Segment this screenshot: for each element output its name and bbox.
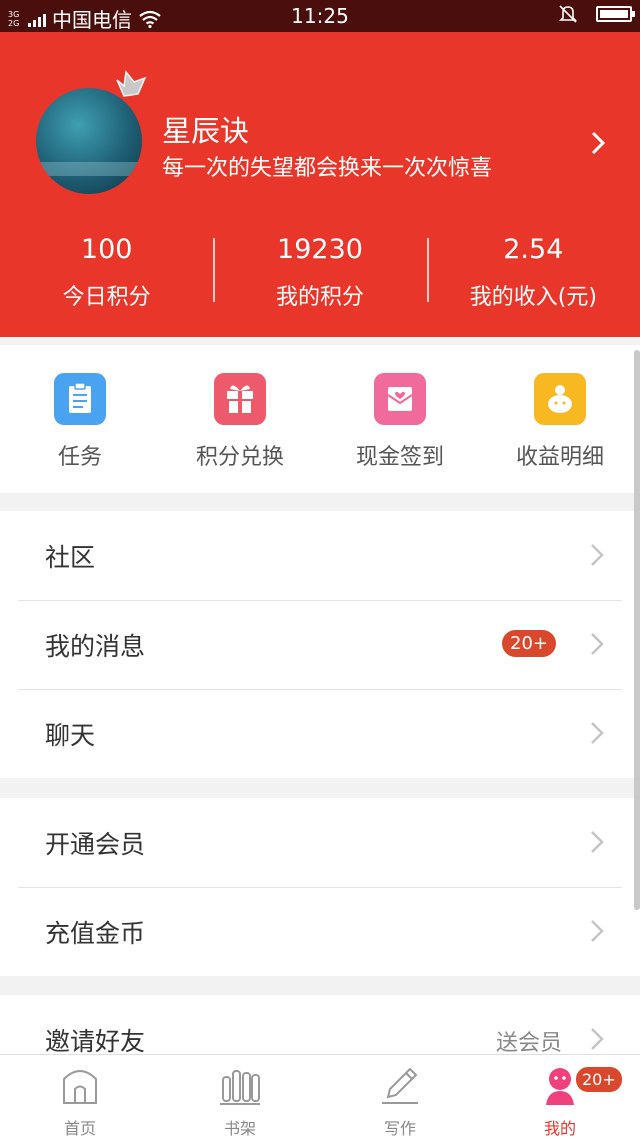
- chevron-right-icon: [591, 831, 604, 853]
- stat-value: 19230: [277, 234, 363, 265]
- tab-home[interactable]: 首页: [0, 1055, 160, 1138]
- stat-my-points[interactable]: 19230 我的积分: [213, 232, 426, 312]
- home-icon: [63, 1070, 97, 1104]
- menu-item-label: 开通会员: [45, 829, 146, 859]
- menu-item-label: 社区: [45, 542, 96, 572]
- chevron-right-icon[interactable]: [588, 130, 608, 156]
- quick-action-task[interactable]: 任务: [0, 345, 160, 493]
- menu-item-chat[interactable]: 聊天: [0, 689, 640, 778]
- menu-item-label: 邀请好友: [45, 1026, 146, 1056]
- menu-item-my-messages[interactable]: 我的消息 20+: [0, 600, 640, 689]
- tab-label: 首页: [63, 1119, 96, 1138]
- menu-item-community[interactable]: 社区: [0, 511, 640, 600]
- avatar-container[interactable]: [36, 70, 147, 194]
- username: 星辰诀: [162, 114, 250, 148]
- quick-action-label: 收益明细: [515, 445, 604, 470]
- task-clipboard-icon: [54, 373, 106, 425]
- piggy-bank-icon: [534, 373, 586, 425]
- stat-value: 2.54: [503, 234, 564, 265]
- tab-mine[interactable]: 20+ 我的: [480, 1055, 640, 1138]
- crown-icon: [116, 70, 147, 97]
- stat-my-income[interactable]: 2.54 我的收入(元): [426, 232, 640, 312]
- menu-group-social: 社区 我的消息 20+ 聊天: [0, 511, 640, 778]
- tab-write[interactable]: 写作: [320, 1055, 480, 1138]
- menu-item-recharge-coins[interactable]: 充值金币: [0, 887, 640, 976]
- tab-label: 书架: [223, 1119, 256, 1138]
- menu-item-label: 充值金币: [45, 918, 146, 948]
- menu-group-membership: 开通会员 充值金币: [0, 798, 640, 976]
- clock: 11:25: [291, 4, 349, 28]
- mute-bell-icon: [559, 5, 577, 23]
- bookshelf-icon: [220, 1070, 260, 1105]
- checkin-envelope-icon: [374, 373, 426, 425]
- invite-reward-text: 送会员: [495, 1031, 562, 1056]
- menu-item-open-membership[interactable]: 开通会员: [0, 798, 640, 887]
- pencil-icon: [382, 1067, 418, 1104]
- menu-item-label: 我的消息: [45, 631, 146, 661]
- quick-action-cash-checkin[interactable]: 现金签到: [320, 345, 480, 493]
- tab-badge: 20+: [574, 1065, 624, 1094]
- stat-label: 今日积分: [62, 285, 151, 310]
- menu-item-label: 聊天: [45, 720, 96, 750]
- stat-label: 我的积分: [275, 285, 364, 310]
- chevron-right-icon: [591, 544, 604, 566]
- bottom-tab-bar: 首页 书架 写作 20+ 我的: [0, 1054, 640, 1138]
- status-bar: 3G 2G 中国电信 11:25: [0, 0, 640, 32]
- unread-badge: 20+: [502, 630, 556, 657]
- chevron-right-icon: [591, 722, 604, 744]
- quick-action-label: 积分兑换: [195, 445, 284, 470]
- stat-label: 我的收入(元): [469, 285, 597, 310]
- quick-action-points-exchange[interactable]: 积分兑换: [160, 345, 320, 493]
- profile-header[interactable]: 星辰诀 每一次的失望都会换来一次次惊喜 100 今日积分 19230 我的积分 …: [0, 32, 640, 337]
- avatar[interactable]: [36, 88, 142, 194]
- user-motto: 每一次的失望都会换来一次次惊喜: [162, 156, 493, 181]
- tab-label: 我的: [543, 1119, 576, 1138]
- stat-today-points[interactable]: 100 今日积分: [0, 232, 213, 312]
- stats-row: 100 今日积分 19230 我的积分 2.54 我的收入(元): [0, 232, 640, 312]
- quick-action-label: 现金签到: [355, 445, 444, 470]
- quick-action-income-details[interactable]: 收益明细: [480, 345, 640, 493]
- chevron-right-icon: [591, 1028, 604, 1050]
- gift-icon: [214, 373, 266, 425]
- tab-label: 写作: [383, 1119, 416, 1138]
- tab-bookshelf[interactable]: 书架: [160, 1055, 320, 1138]
- scrollbar[interactable]: [634, 350, 640, 910]
- stat-value: 100: [80, 234, 133, 265]
- chevron-right-icon: [591, 633, 604, 655]
- quick-action-label: 任务: [57, 445, 102, 470]
- chevron-right-icon: [591, 920, 604, 942]
- quick-actions: 任务 积分兑换 现金签到 收益明细: [0, 345, 640, 493]
- battery-icon: [596, 6, 635, 22]
